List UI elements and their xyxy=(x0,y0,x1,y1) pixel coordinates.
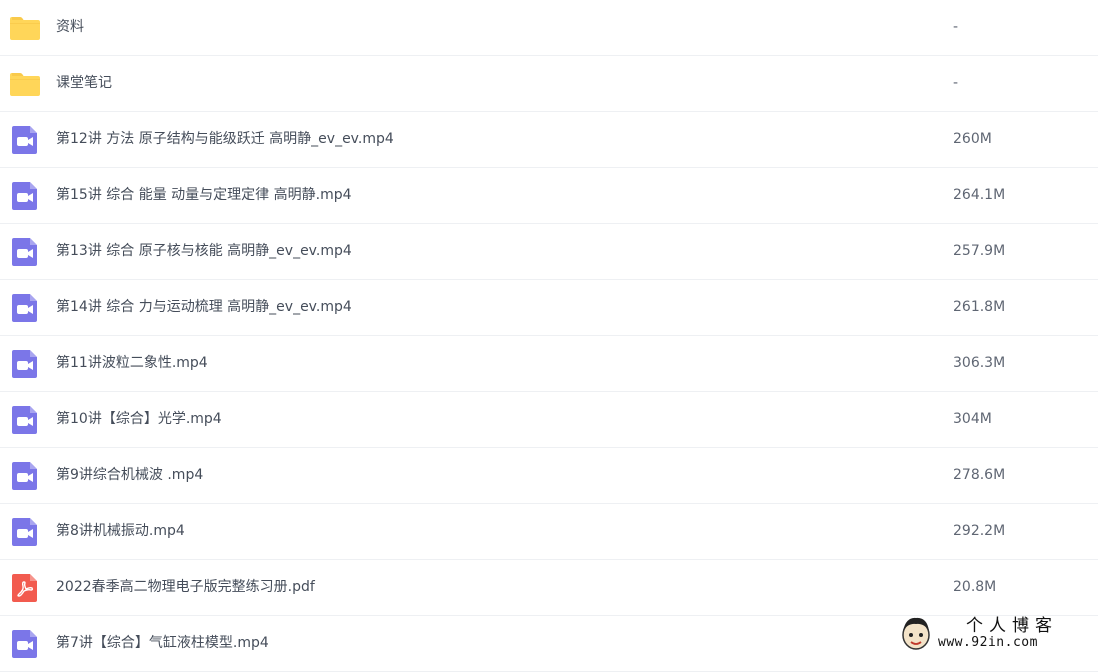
file-size: 257.9M xyxy=(953,243,1006,259)
file-row[interactable]: 第14讲 综合 力与运动梳理 高明静_ev_ev.mp4 261.8M xyxy=(0,280,1098,336)
video-file-icon xyxy=(9,460,41,492)
file-name[interactable]: 第11讲波粒二象性.mp4 xyxy=(56,336,208,390)
video-file-icon xyxy=(9,180,41,212)
video-file-icon xyxy=(9,292,41,324)
file-row[interactable]: 第10讲【综合】光学.mp4 304M xyxy=(0,392,1098,448)
pdf-file-icon xyxy=(9,572,41,604)
file-size: 278.6M xyxy=(953,467,1006,483)
video-file-icon xyxy=(9,628,41,660)
file-row[interactable]: 第8讲机械振动.mp4 292.2M xyxy=(0,504,1098,560)
file-row[interactable]: 2022春季高二物理电子版完整练习册.pdf 20.8M xyxy=(0,560,1098,616)
video-file-icon xyxy=(9,516,41,548)
folder-icon xyxy=(9,12,41,44)
video-file-icon xyxy=(9,348,41,380)
video-file-icon xyxy=(9,124,41,156)
file-name[interactable]: 第15讲 综合 能量 动量与定理定律 高明静.mp4 xyxy=(56,168,352,222)
file-name[interactable]: 第7讲【综合】气缸液柱模型.mp4 xyxy=(56,616,269,670)
file-size: 20.8M xyxy=(953,579,997,595)
file-name[interactable]: 资料 xyxy=(56,0,84,54)
file-row[interactable]: 第9讲综合机械波 .mp4 278.6M xyxy=(0,448,1098,504)
video-file-icon xyxy=(9,236,41,268)
file-name[interactable]: 第13讲 综合 原子核与核能 高明静_ev_ev.mp4 xyxy=(56,224,352,278)
file-row[interactable]: 第12讲 方法 原子结构与能级跃迁 高明静_ev_ev.mp4 260M xyxy=(0,112,1098,168)
file-size: 261.8M xyxy=(953,299,1006,315)
file-row[interactable]: 第15讲 综合 能量 动量与定理定律 高明静.mp4 264.1M xyxy=(0,168,1098,224)
file-list: 资料 - 课堂笔记 - 第12讲 方法 原子结构与能级跃迁 高明静_ev_ev.mp4 2… xyxy=(0,0,1098,672)
file-size: 306.3M xyxy=(953,355,1006,371)
file-name[interactable]: 2022春季高二物理电子版完整练习册.pdf xyxy=(56,560,315,614)
file-size: 264.1M xyxy=(953,187,1006,203)
file-row[interactable]: 课堂笔记 - xyxy=(0,56,1098,112)
file-name[interactable]: 第12讲 方法 原子结构与能级跃迁 高明静_ev_ev.mp4 xyxy=(56,112,394,166)
file-name[interactable]: 第10讲【综合】光学.mp4 xyxy=(56,392,222,446)
file-name[interactable]: 课堂笔记 xyxy=(56,56,112,110)
file-name[interactable]: 第8讲机械振动.mp4 xyxy=(56,504,185,558)
file-row[interactable]: 第13讲 综合 原子核与核能 高明静_ev_ev.mp4 257.9M xyxy=(0,224,1098,280)
file-row[interactable]: 第11讲波粒二象性.mp4 306.3M xyxy=(0,336,1098,392)
watermark: 个人博客 www.92in.com xyxy=(898,613,1088,655)
file-size: 260M xyxy=(953,131,992,147)
file-size: - xyxy=(953,19,959,35)
file-row[interactable]: 资料 - xyxy=(0,0,1098,56)
file-size: 304M xyxy=(953,411,992,427)
file-name[interactable]: 第9讲综合机械波 .mp4 xyxy=(56,448,203,502)
watermark-url: www.92in.com xyxy=(938,635,1038,650)
watermark-avatar-icon xyxy=(902,617,930,650)
watermark-title: 个人博客 xyxy=(966,616,1058,636)
video-file-icon xyxy=(9,404,41,436)
file-size: - xyxy=(953,75,959,91)
folder-icon xyxy=(9,68,41,100)
file-size: 292.2M xyxy=(953,523,1006,539)
file-name[interactable]: 第14讲 综合 力与运动梳理 高明静_ev_ev.mp4 xyxy=(56,280,352,334)
